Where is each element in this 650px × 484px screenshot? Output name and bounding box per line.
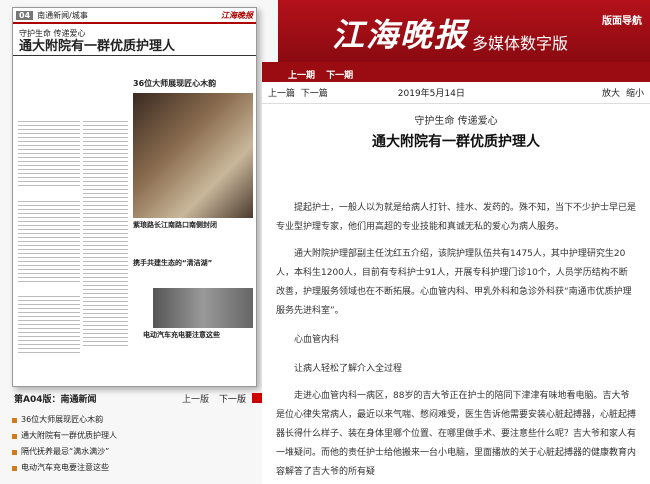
issue-nav: 上一期 下一期	[262, 62, 650, 82]
paper-column-3	[18, 293, 80, 353]
list-item[interactable]: 隔代抚养最忌“满水满沙”	[12, 444, 262, 460]
bullet-icon	[12, 433, 17, 439]
prev-page-link[interactable]: 上一版	[182, 392, 209, 405]
next-article-link[interactable]: 下一篇	[301, 86, 328, 99]
brand-subtitle: 多媒体数字版	[472, 34, 569, 53]
zoom-in-button[interactable]: 放大	[602, 86, 620, 99]
article-content: 守护生命 传递爱心 通大附院有一群优质护理人 提起护士，一般人以为就是给病人打针…	[262, 112, 650, 482]
page-number: 04	[16, 10, 34, 20]
pdf-icon[interactable]	[252, 393, 262, 403]
paper-column-2	[18, 198, 80, 283]
list-item[interactable]: 通大附院有一群优质护理人	[12, 428, 262, 444]
paper-subhead-2[interactable]: 紫琅路长江南路口南侧封闭	[133, 220, 217, 230]
page-section: 南通新闻/城事	[37, 10, 88, 20]
article-section-subheading: 让病人轻松了解介入全过程	[294, 364, 403, 374]
page-footer: 第A04版：南通新闻 上一版 下一版	[14, 391, 262, 405]
article-toolbar: 上一篇 下一篇 2019年5月14日 放大 缩小	[262, 82, 650, 104]
paper-masthead: 04 南通新闻/城事 江海晚报	[13, 8, 256, 24]
list-item[interactable]: 36位大师展现匠心木韵	[12, 412, 262, 428]
article-section-heading: 心血管内科	[294, 335, 340, 345]
bullet-icon	[12, 417, 17, 423]
article-body: 提起护士，一般人以为就是给病人打针、挂水、发药的。殊不知，当下不少护士早已是专业…	[276, 199, 636, 482]
prev-issue-link[interactable]: 上一期	[288, 71, 315, 81]
layout-nav-link[interactable]: 版面导航	[602, 12, 642, 27]
prev-article-link[interactable]: 上一篇	[268, 86, 295, 99]
list-item-label[interactable]: 通大附院有一群优质护理人	[21, 428, 117, 444]
paper-column-4	[83, 118, 128, 348]
paper-headline[interactable]: 通大附院有一群优质护理人	[13, 39, 256, 56]
bullet-icon	[12, 465, 17, 471]
article-kicker: 守护生命 传递爱心	[414, 116, 498, 127]
current-page-label: 第A04版：南通新闻	[14, 394, 97, 405]
next-page-link[interactable]: 下一版	[219, 392, 246, 405]
paper-subhead-1[interactable]: 36位大师展现匠心木韵	[133, 78, 216, 89]
paper-kicker: 守护生命 传递爱心	[19, 29, 86, 38]
newspaper-page-thumbnail[interactable]: 04 南通新闻/城事 江海晚报 守护生命 传递爱心 通大附院有一群优质护理人 3…	[12, 7, 257, 387]
article-panel: 上一期 下一期 上一篇 下一篇 2019年5月14日 放大 缩小 守护生命 传递…	[262, 62, 650, 484]
article-title: 通大附院有一群优质护理人	[372, 134, 540, 150]
list-item[interactable]: 电动汽车充电要注意这些	[12, 460, 262, 476]
article-list: 36位大师展现匠心木韵 通大附院有一群优质护理人 隔代抚养最忌“满水满沙” 电动…	[12, 412, 262, 476]
car-photo	[153, 288, 253, 328]
list-item-label[interactable]: 电动汽车充电要注意这些	[21, 460, 109, 476]
next-issue-link[interactable]: 下一期	[326, 71, 353, 81]
paper-column-1	[18, 118, 80, 188]
article-paragraph: 提起护士，一般人以为就是给病人打针、挂水、发药的。殊不知，当下不少护士早已是专业…	[276, 203, 637, 232]
list-item-label[interactable]: 36位大师展现匠心木韵	[21, 412, 103, 428]
zoom-out-button[interactable]: 缩小	[626, 86, 644, 99]
paper-subhead-4[interactable]: 电动汽车充电要注意这些	[143, 330, 220, 340]
paper-logo: 江海晚报	[221, 10, 253, 20]
article-paragraph: 通大附院护理部副主任沈红五介绍，该院护理队伍共有1475人，其中护理研究生20人…	[276, 249, 632, 316]
issue-date: 2019年5月14日	[397, 89, 465, 99]
brand-title: 江海晚报	[332, 16, 469, 54]
paper-subhead-3[interactable]: 携手共建生态的“清洁湖”	[133, 258, 212, 268]
page-preview-panel: 04 南通新闻/城事 江海晚报 守护生命 传递爱心 通大附院有一群优质护理人 3…	[0, 0, 278, 484]
wood-art-photo	[133, 93, 253, 218]
bullet-icon	[12, 449, 17, 455]
article-paragraph: 走进心血管内科一病区，88岁的吉大爷正在护士的陪同下津津有味地看电脑。吉大爷是位…	[276, 391, 637, 477]
list-item-label[interactable]: 隔代抚养最忌“满水满沙”	[21, 444, 109, 460]
